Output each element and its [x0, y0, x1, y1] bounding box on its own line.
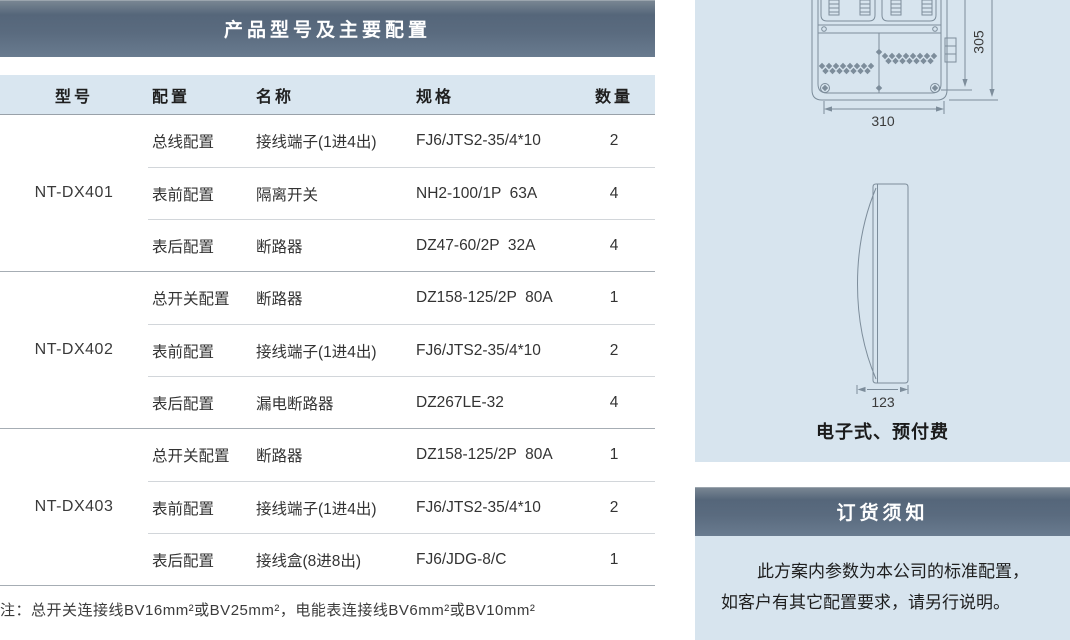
vent-lattice-left — [819, 63, 874, 74]
dim-depth-label: 123 — [871, 394, 895, 410]
qty-cell: 4 — [585, 185, 643, 203]
meter-box-drawing: 305 310 — [695, 0, 1070, 462]
qty-cell: 2 — [585, 499, 643, 517]
col-header-config: 配置 — [148, 83, 250, 107]
product-config-section: 产品型号及主要配置 型号 配置 名称 规格 数量 NT-DX401 总线配置 接… — [0, 0, 655, 620]
spec-cell: FJ6/JDG-8/C — [413, 551, 585, 569]
table-row: 表前配置 接线端子(1进4出) FJ6/JTS2-35/4*10 2 — [148, 481, 655, 533]
dimension-depth: 123 — [857, 385, 908, 410]
dimension-width: 310 — [824, 101, 944, 129]
col-header-qty: 数量 — [585, 83, 643, 107]
side-view-drawing — [858, 184, 909, 383]
model-cell: NT-DX403 — [0, 429, 148, 585]
meter-type-caption: 电子式、预付费 — [695, 418, 1070, 444]
vent-lattice-right — [882, 53, 937, 64]
name-cell: 断路器 — [250, 287, 413, 309]
col-header-spec: 规格 — [413, 83, 585, 107]
spec-cell: DZ47-60/2P 32A — [413, 237, 585, 255]
technical-drawing-panel: 305 310 — [695, 0, 1070, 462]
dim-width-label: 310 — [871, 113, 895, 129]
wiring-note: 注：总开关连接线BV16mm²或BV25mm²，电能表连接线BV6mm²或BV1… — [0, 599, 655, 620]
section-title-bar: 产品型号及主要配置 — [0, 0, 655, 57]
qty-cell: 4 — [585, 394, 643, 412]
config-cell: 表后配置 — [148, 235, 250, 257]
config-cell: 总开关配置 — [148, 287, 250, 309]
name-cell: 漏电断路器 — [250, 392, 413, 414]
order-notice-title-bar: 订货须知 — [695, 487, 1070, 536]
qty-cell: 1 — [585, 289, 643, 307]
order-note-line1: 此方案内参数为本公司的标准配置， — [721, 556, 1054, 587]
config-cell: 表后配置 — [148, 549, 250, 571]
name-cell: 隔离开关 — [250, 183, 413, 205]
config-cell: 表前配置 — [148, 340, 250, 362]
table-row: 表前配置 接线端子(1进4出) FJ6/JTS2-35/4*10 2 — [148, 324, 655, 376]
table-row: 总开关配置 断路器 DZ158-125/2P 80A 1 — [148, 272, 655, 324]
section-title: 产品型号及主要配置 — [224, 15, 431, 42]
table-row: 表前配置 隔离开关 NH2-100/1P 63A 4 — [148, 167, 655, 219]
config-cell: 表前配置 — [148, 497, 250, 519]
name-cell: 接线端子(1进4出) — [250, 497, 413, 519]
panel-divider — [695, 462, 1070, 487]
config-cell: 表前配置 — [148, 183, 250, 205]
terminal-coil-icons — [829, 0, 932, 15]
model-cell: NT-DX402 — [0, 272, 148, 428]
table-row: 总开关配置 断路器 DZ158-125/2P 80A 1 — [148, 429, 655, 481]
qty-cell: 2 — [585, 342, 643, 360]
spec-cell: NH2-100/1P 63A — [413, 185, 585, 203]
dim-height-label: 305 — [971, 30, 987, 54]
order-notice-text: 此方案内参数为本公司的标准配置， 如客户有其它配置要求，请另行说明。 — [695, 536, 1070, 640]
table-row: 表后配置 断路器 DZ47-60/2P 32A 4 — [148, 219, 655, 271]
model-group-nt-dx403: NT-DX403 总开关配置 断路器 DZ158-125/2P 80A 1 表前… — [0, 429, 655, 586]
spec-cell: FJ6/JTS2-35/4*10 — [413, 342, 585, 360]
dimension-height: 305 — [941, 0, 998, 100]
name-cell: 接线端子(1进4出) — [250, 340, 413, 362]
table-header-row: 型号 配置 名称 规格 数量 — [0, 75, 655, 115]
name-cell: 接线端子(1进4出) — [250, 130, 413, 152]
right-info-panel: 305 310 — [695, 0, 1070, 640]
table-row: 表后配置 接线盒(8进8出) FJ6/JDG-8/C 1 — [148, 533, 655, 585]
config-cell: 总线配置 — [148, 130, 250, 152]
name-cell: 接线盒(8进8出) — [250, 549, 413, 571]
spec-cell: FJ6/JTS2-35/4*10 — [413, 132, 585, 150]
col-header-model: 型号 — [0, 83, 148, 107]
order-notice-title: 订货须知 — [836, 498, 928, 525]
table-row: 表后配置 漏电断路器 DZ267LE-32 4 — [148, 376, 655, 428]
spec-cell: DZ267LE-32 — [413, 394, 585, 412]
col-header-name: 名称 — [250, 83, 413, 107]
spec-cell: DZ158-125/2P 80A — [413, 289, 585, 307]
qty-cell: 1 — [585, 446, 643, 464]
qty-cell: 2 — [585, 132, 643, 150]
model-cell: NT-DX401 — [0, 115, 148, 271]
qty-cell: 1 — [585, 551, 643, 569]
qty-cell: 4 — [585, 237, 643, 255]
order-note-line2: 如客户有其它配置要求，请另行说明。 — [721, 587, 1054, 618]
config-cell: 总开关配置 — [148, 444, 250, 466]
spec-cell: DZ158-125/2P 80A — [413, 446, 585, 464]
front-view-drawing — [812, 0, 956, 100]
config-cell: 表后配置 — [148, 392, 250, 414]
table-row: 总线配置 接线端子(1进4出) FJ6/JTS2-35/4*10 2 — [148, 115, 655, 167]
spec-cell: FJ6/JTS2-35/4*10 — [413, 499, 585, 517]
model-group-nt-dx401: NT-DX401 总线配置 接线端子(1进4出) FJ6/JTS2-35/4*1… — [0, 115, 655, 272]
model-group-nt-dx402: NT-DX402 总开关配置 断路器 DZ158-125/2P 80A 1 表前… — [0, 272, 655, 429]
catalog-page: 产品型号及主要配置 型号 配置 名称 规格 数量 NT-DX401 总线配置 接… — [0, 0, 1070, 640]
product-table: 型号 配置 名称 规格 数量 NT-DX401 总线配置 接线端子(1进4出) … — [0, 75, 655, 586]
name-cell: 断路器 — [250, 444, 413, 466]
name-cell: 断路器 — [250, 235, 413, 257]
